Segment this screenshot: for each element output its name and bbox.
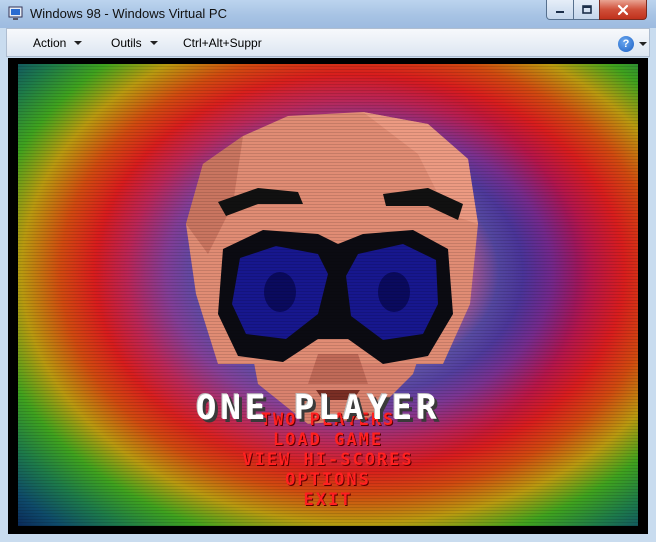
vm-screen-frame: TWO PLAYERS LOAD GAME VIEW HI-SCORES OPT… [8,58,648,534]
virtual-pc-icon [8,6,23,20]
menu-option-one-player-selected[interactable]: ONE PLAYER [196,388,441,428]
help-icon[interactable]: ? [618,36,634,52]
outils-menu-label: Outils [111,36,142,50]
close-icon [617,4,629,15]
chevron-down-icon[interactable] [639,42,647,46]
window-title: Windows 98 - Windows Virtual PC [30,6,227,21]
maximize-icon [581,4,592,14]
minimize-icon [556,10,564,13]
title-bar: Windows 98 - Windows Virtual PC [0,0,656,28]
minimize-button[interactable] [546,0,574,20]
menu-option-options[interactable]: OPTIONS [18,470,638,490]
ctrl-alt-suppr-button[interactable]: Ctrl+Alt+Suppr [183,36,262,50]
action-menu-label: Action [33,36,67,50]
game-screen[interactable]: TWO PLAYERS LOAD GAME VIEW HI-SCORES OPT… [18,64,638,526]
menu-option-exit[interactable]: EXIT [18,490,638,510]
menu-bar: Action Outils Ctrl+Alt+Suppr ? [6,28,650,57]
ctrl-alt-suppr-label: Ctrl+Alt+Suppr [183,36,262,50]
chevron-down-icon [74,41,83,45]
chevron-down-icon [149,41,158,45]
action-menu[interactable]: Action [33,36,83,50]
menu-option-view-hi-scores[interactable]: VIEW HI-SCORES [18,450,638,470]
menu-option-load-game[interactable]: LOAD GAME [18,430,638,450]
maximize-button[interactable] [573,0,600,20]
close-button[interactable] [599,0,647,20]
outils-menu[interactable]: Outils [111,36,158,50]
